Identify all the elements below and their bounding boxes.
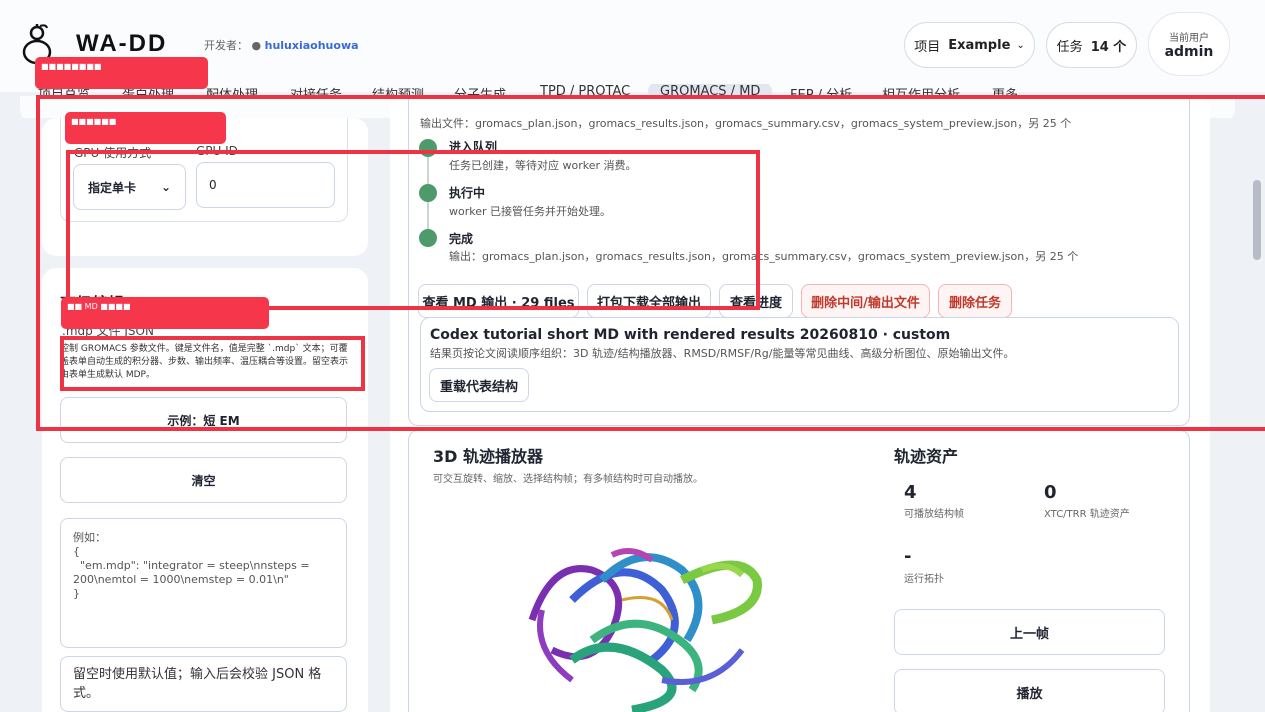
project-selector[interactable]: 项目 Example ⌄	[904, 22, 1035, 68]
assets-title: 轨迹资产	[894, 447, 959, 466]
tasks-pill[interactable]: 任务 14 个	[1046, 22, 1137, 68]
annotation-box-note	[60, 336, 365, 391]
json-hint: 留空时使用默认值；输入后会校验 JSON 格式。	[60, 656, 347, 712]
developer-link[interactable]: huluxiaohuowa	[265, 39, 359, 52]
mdp-json-textarea[interactable]: 例如： { "em.mdp": "integrator = steep\nnst…	[60, 518, 347, 648]
xtc-count: 0	[1044, 482, 1057, 503]
frames-count: 4	[904, 482, 917, 503]
frames-label: 可播放结构帧	[904, 509, 964, 520]
chevron-down-icon: ⌄	[1016, 39, 1025, 51]
prev-frame-button[interactable]: 上一帧	[894, 609, 1165, 655]
annotation-label: ■■■■■■	[65, 112, 226, 144]
topology-label: 运行拓扑	[904, 574, 944, 585]
protein-structure-viewer[interactable]	[512, 540, 772, 712]
clear-button[interactable]: 清空	[60, 457, 347, 503]
annotation-box-steps	[66, 150, 760, 310]
developer-credit: 开发者： ● huluxiaohuowa	[204, 39, 359, 52]
brand-name: WA-DD	[76, 30, 168, 57]
xtc-label: XTC/TRR 轨迹资产	[1044, 509, 1130, 520]
annotation-label: ■■ MD ■■■■	[61, 297, 269, 329]
current-user[interactable]: 当前用户 admin	[1148, 12, 1230, 76]
github-icon: ●	[251, 39, 262, 52]
play-button[interactable]: 播放	[894, 669, 1165, 712]
annotation-label: ■■■■■■■■	[35, 57, 208, 89]
player-subtitle: 可交互旋转、缩放、选择结构帧；有多帧结构时可自动播放。	[433, 474, 703, 485]
topology-value: -	[904, 546, 912, 567]
player-title: 3D 轨迹播放器	[433, 447, 543, 466]
